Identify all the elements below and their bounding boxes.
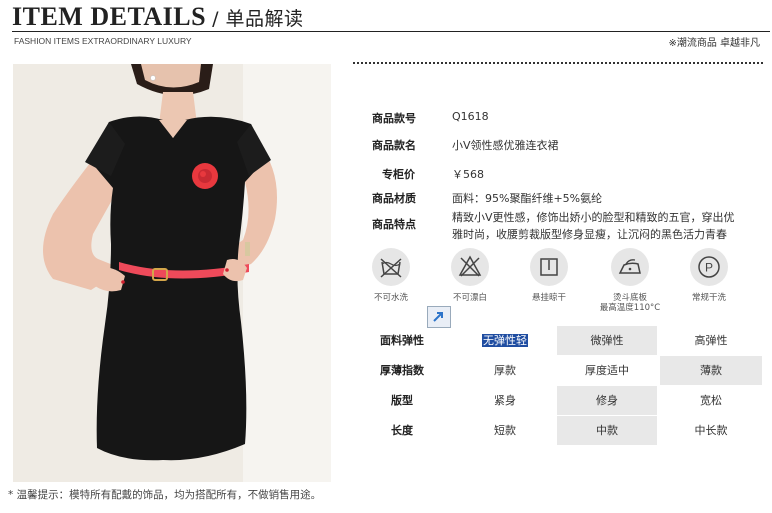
spec-value: ￥568 bbox=[452, 168, 484, 181]
spec-key: 商品材质 bbox=[372, 192, 416, 205]
hang-dry-icon bbox=[530, 248, 568, 286]
care-label: 不可水洗 bbox=[373, 293, 408, 303]
row-header: 长度 bbox=[391, 424, 413, 437]
option-cell[interactable]: 厚款 bbox=[455, 356, 555, 385]
tagline: FASHION ITEMS EXTRAORDINARY LUXURY bbox=[14, 36, 192, 46]
title-rule bbox=[12, 31, 770, 32]
page-title: ITEM DETAILS / 单品解读 bbox=[12, 2, 304, 32]
care-item: 烫斗底板 最高温度110°C bbox=[595, 248, 665, 313]
spec-value: Q1618 bbox=[452, 110, 489, 123]
spec-value: 面料：95%聚酯纤维+5%氨纶 bbox=[452, 192, 603, 205]
model-illustration bbox=[13, 64, 331, 482]
spec-value: 雅时尚，收腰剪裁版型修身显瘦，让沉闷的黑色活力青春 bbox=[452, 228, 727, 241]
option-cell[interactable]: 修身 bbox=[557, 386, 657, 415]
table-row: 版型 紧身 修身 宽松 bbox=[352, 386, 762, 416]
spec-key: 专柜价 bbox=[382, 168, 415, 181]
slogan: ※潮流商品 卓越非凡 bbox=[668, 38, 760, 49]
spec-key: 商品款名 bbox=[372, 139, 416, 152]
spec-value: 小V领性感优雅连衣裙 bbox=[452, 139, 559, 152]
option-cell[interactable]: 薄款 bbox=[660, 356, 762, 385]
dotted-divider bbox=[353, 62, 763, 64]
no-hand-wash-icon bbox=[372, 248, 410, 286]
care-label: 常规干洗 bbox=[691, 293, 726, 303]
row-header: 面料弹性 bbox=[380, 334, 424, 347]
product-photo bbox=[13, 64, 331, 482]
no-bleach-icon bbox=[451, 248, 489, 286]
spec-value: 精致小V更性感，修饰出娇小的脸型和精致的五官，穿出优 bbox=[452, 211, 735, 224]
care-label-line2: 最高温度110°C bbox=[599, 303, 661, 313]
option-cell[interactable]: 紧身 bbox=[455, 386, 555, 415]
title-main: ITEM DETAILS bbox=[12, 2, 207, 31]
care-label: 悬挂晾干 bbox=[531, 293, 566, 303]
title-sub: / 单品解读 bbox=[212, 8, 304, 30]
option-cell[interactable]: 中长款 bbox=[660, 416, 762, 445]
dry-clean-icon: P bbox=[690, 248, 728, 286]
svg-text:P: P bbox=[705, 261, 713, 275]
care-item: 悬挂晾干 bbox=[514, 248, 584, 303]
option-cell[interactable]: 高弹性 bbox=[660, 326, 762, 355]
care-label: 不可漂白 bbox=[452, 293, 487, 303]
spec-key: 商品款号 bbox=[372, 112, 416, 125]
care-label: 烫斗底板 最高温度110°C bbox=[595, 293, 665, 313]
care-item: 不可漂白 bbox=[435, 248, 505, 303]
option-cell[interactable]: 微弹性 bbox=[557, 326, 657, 355]
table-row: 厚薄指数 厚款 厚度适中 薄款 bbox=[352, 356, 762, 386]
table-row: 面料弹性 无弹性轻 微弹性 高弹性 bbox=[352, 326, 762, 356]
disclaimer-note: * 温馨提示：模特所有配戴的饰品，均为搭配所有，不做销售用途。 bbox=[8, 489, 322, 501]
row-header: 版型 bbox=[391, 394, 413, 407]
care-label-line1: 烫斗底板 bbox=[612, 293, 647, 303]
option-cell[interactable]: 中款 bbox=[557, 416, 657, 445]
table-row: 长度 短款 中款 中长款 bbox=[352, 416, 762, 446]
option-label: 无弹性轻 bbox=[482, 334, 528, 347]
option-cell[interactable]: 厚度适中 bbox=[557, 356, 657, 385]
row-header: 厚薄指数 bbox=[380, 364, 424, 377]
care-item: 不可水洗 bbox=[356, 248, 426, 303]
option-cell[interactable]: 短款 bbox=[455, 416, 555, 445]
spec-key: 商品特点 bbox=[372, 218, 416, 231]
pointer-cursor-icon bbox=[427, 306, 451, 328]
option-cell[interactable]: 宽松 bbox=[660, 386, 762, 415]
iron-icon bbox=[611, 248, 649, 286]
care-item: P 常规干洗 bbox=[674, 248, 744, 303]
option-cell[interactable]: 无弹性轻 bbox=[455, 326, 555, 355]
